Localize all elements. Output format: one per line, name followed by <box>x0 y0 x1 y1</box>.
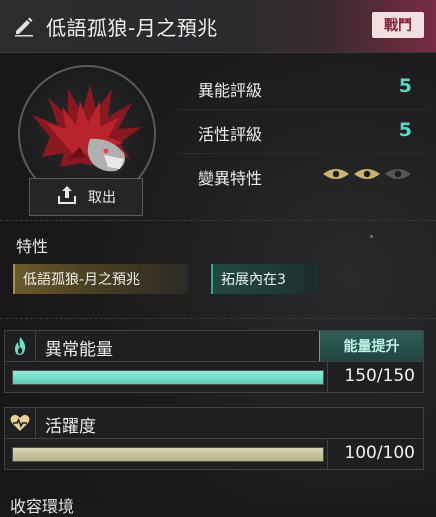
energy-boost-button[interactable]: 能量提升 <box>319 331 423 361</box>
energy-bar-fill <box>13 371 323 384</box>
divider <box>0 220 436 221</box>
heart-pulse-icon <box>5 408 36 438</box>
ratings-panel: 異能評級 5 活性評級 5 變異特性 <box>178 66 428 197</box>
divider <box>327 439 328 469</box>
rating-row-mutation: 變異特性 <box>178 154 428 197</box>
rating-value: 5 <box>398 75 412 97</box>
rating-label: 變異特性 <box>198 169 263 188</box>
mutation-eyes <box>322 167 412 181</box>
divider <box>0 318 436 319</box>
vitality-name: 活躍度 <box>45 417 96 437</box>
vitality-amount: 100/100 <box>344 443 415 463</box>
energy-bar <box>12 370 324 385</box>
vitality-header: 活躍度 <box>5 408 423 439</box>
vitality-bar-fill <box>13 448 323 461</box>
take-out-button[interactable]: 取出 <box>29 178 143 216</box>
header-bar: 低語孤狼-月之預兆 戰鬥 <box>0 0 436 53</box>
pencil-icon[interactable] <box>12 14 36 38</box>
eye-icon-inactive <box>385 169 411 179</box>
rating-row-activity: 活性評級 5 <box>178 110 428 154</box>
rating-value: 5 <box>398 119 412 141</box>
rating-label: 異能評級 <box>198 81 263 100</box>
take-out-label: 取出 <box>88 190 116 206</box>
decor-dot <box>370 235 373 238</box>
upload-icon <box>56 184 78 210</box>
eye-icon <box>323 169 349 179</box>
vitality-bar <box>12 447 324 462</box>
vitality-gauge: 活躍度 100/100 <box>4 407 424 470</box>
containment-section-title: 收容環境 <box>10 497 75 516</box>
energy-name: 異常能量 <box>45 340 113 360</box>
energy-bar-row: 150/150 <box>5 362 423 392</box>
energy-gauge: 異常能量 能量提升 150/150 <box>4 330 424 393</box>
divider <box>327 362 328 392</box>
eye-icon <box>354 169 380 179</box>
battle-badge[interactable]: 戰鬥 <box>372 12 424 38</box>
rating-row-ability: 異能評級 5 <box>178 66 428 110</box>
trait-tag-secondary[interactable]: 拓展內在3 <box>211 264 321 294</box>
rating-label: 活性評級 <box>198 125 263 144</box>
energy-amount: 150/150 <box>344 366 415 386</box>
vitality-bar-row: 100/100 <box>5 439 423 469</box>
page-title: 低語孤狼-月之預兆 <box>46 16 218 40</box>
traits-title: 特性 <box>16 237 49 256</box>
flame-icon <box>5 331 36 361</box>
trait-tag-primary[interactable]: 低語孤狼-月之預兆 <box>13 264 188 294</box>
energy-header: 異常能量 能量提升 <box>5 331 423 362</box>
